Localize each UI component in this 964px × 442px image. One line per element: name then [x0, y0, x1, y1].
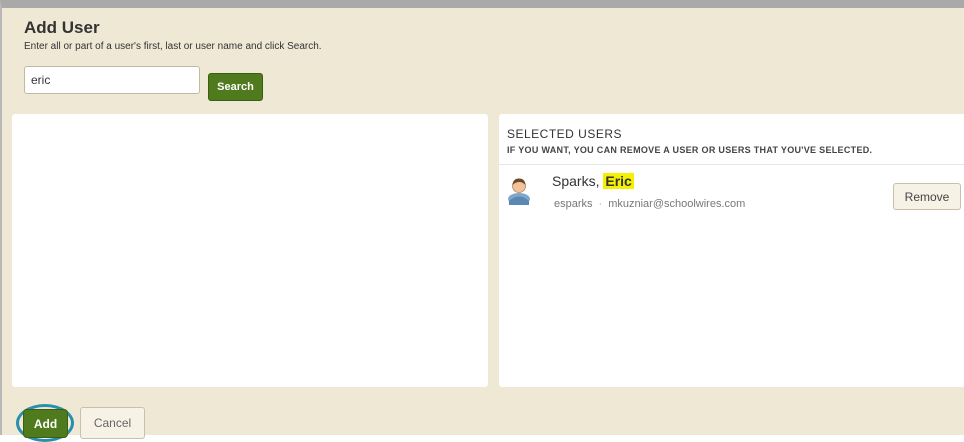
add-user-dialog: Add User Enter all or part of a user's f… [0, 0, 964, 442]
selected-user-meta: esparks · mkuzniar@schoolwires.com [554, 198, 745, 210]
selected-user-row: Sparks, Eric esparks · mkuzniar@schoolwire… [499, 165, 964, 217]
selected-users-heading: SELECTED USERS [507, 127, 623, 141]
dialog-instructions: Enter all or part of a user's first, las… [24, 41, 322, 52]
search-input[interactable] [24, 66, 200, 94]
selected-user-name: Sparks, Eric [552, 173, 634, 189]
search-button[interactable]: Search [208, 73, 263, 101]
user-first-name-highlight: Eric [603, 173, 634, 189]
user-email: mkuzniar@schoolwires.com [608, 198, 746, 210]
selected-users-panel: SELECTED USERS IF YOU WANT, YOU CAN REMO… [499, 114, 964, 387]
selected-users-subheading: IF YOU WANT, YOU CAN REMOVE A USER OR US… [507, 145, 873, 155]
user-avatar-icon [507, 177, 531, 205]
remove-user-button[interactable]: Remove [893, 183, 961, 210]
user-last-name: Sparks, [552, 173, 600, 189]
cancel-button[interactable]: Cancel [80, 407, 145, 439]
dialog-title: Add User [24, 18, 100, 37]
search-results-panel [12, 114, 488, 387]
user-username: esparks [554, 198, 593, 210]
meta-separator: · [598, 198, 603, 210]
add-button[interactable]: Add [23, 409, 68, 438]
